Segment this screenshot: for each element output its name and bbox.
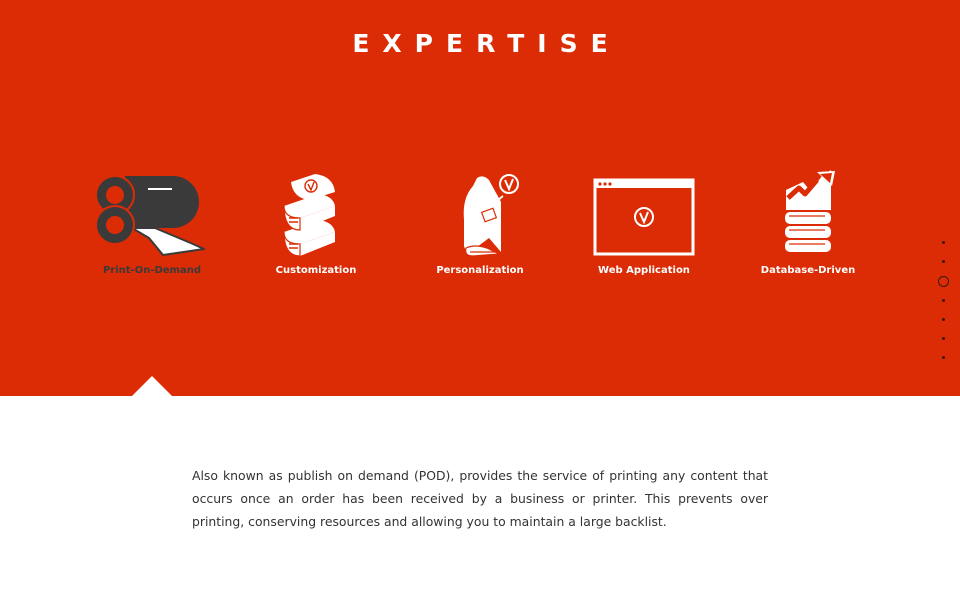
feature-label: Print-On-Demand — [102, 265, 202, 276]
printing-press-icon — [95, 175, 205, 256]
nav-dot[interactable] — [942, 356, 945, 359]
feature-personalization[interactable]: Personalization — [398, 168, 562, 288]
feature-label: Customization — [275, 265, 357, 276]
feature-description: Also known as publish on demand (POD), p… — [192, 468, 768, 529]
nav-dot[interactable] — [942, 318, 945, 321]
feature-label: Personalization — [436, 265, 524, 276]
feature-web-application[interactable]: Web Application — [562, 168, 726, 288]
book-tag-icon — [463, 174, 519, 257]
nav-dot[interactable] — [942, 337, 945, 340]
nav-dot[interactable] — [942, 299, 945, 302]
feature-list: Print-On-Demand Customization Personaliz… — [70, 168, 890, 288]
browser-window-icon — [593, 178, 695, 256]
feature-print-on-demand[interactable]: Print-On-Demand — [70, 168, 234, 288]
section-dot-navigation — [936, 236, 952, 366]
feature-customization[interactable]: Customization — [234, 168, 398, 288]
book-chart-icon — [785, 170, 835, 252]
feature-label: Web Application — [598, 265, 690, 276]
feature-label: Database-Driven — [760, 265, 856, 276]
section-title: EXPERTISE — [352, 29, 621, 58]
feature-database-driven[interactable]: Database-Driven — [726, 168, 890, 288]
nav-dot-current[interactable] — [938, 276, 949, 287]
book-stack-icon — [283, 174, 335, 257]
nav-dot[interactable] — [942, 260, 945, 263]
active-feature-pointer — [132, 376, 172, 396]
expertise-hero: EXPERTISE Print-On-Demand Customization … — [0, 0, 960, 396]
nav-dot[interactable] — [942, 241, 945, 244]
